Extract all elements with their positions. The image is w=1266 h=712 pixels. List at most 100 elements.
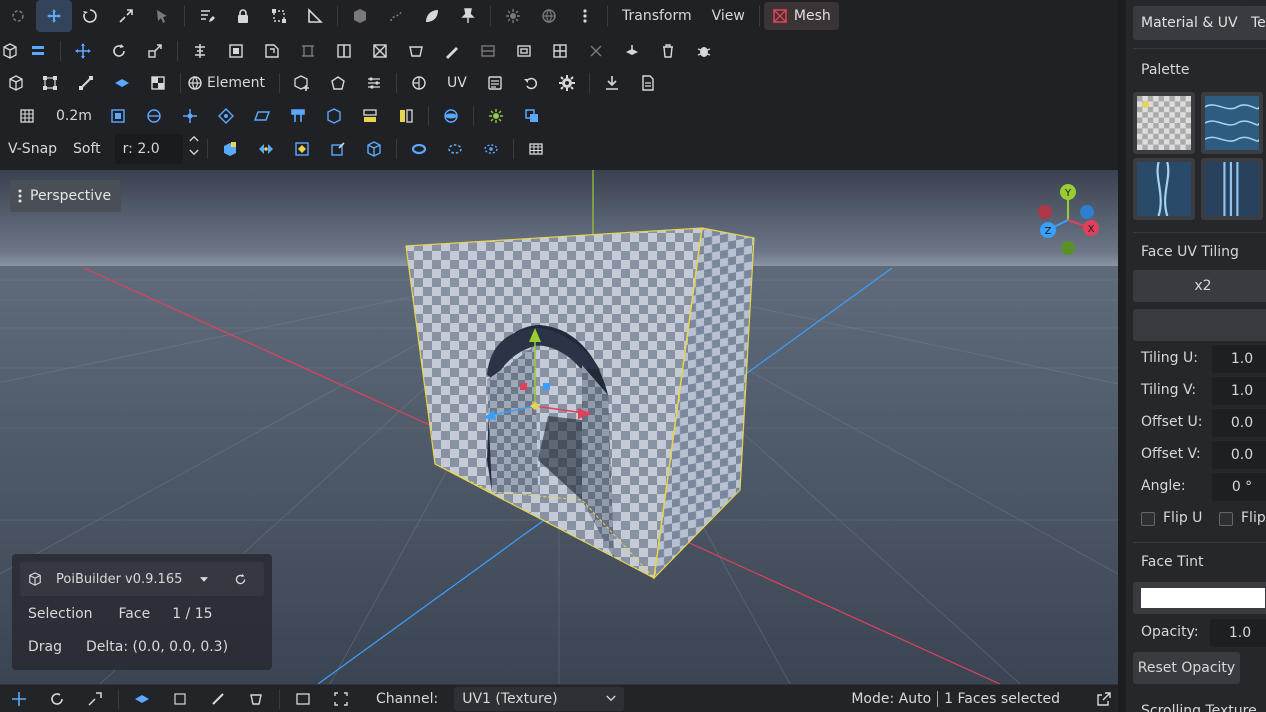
box-icon[interactable] [0,35,20,67]
add-cube-icon[interactable] [284,67,320,99]
uv-list-icon[interactable] [477,67,513,99]
move-icon[interactable] [65,35,101,67]
tint-color-swatch[interactable] [1133,582,1266,614]
angle-input[interactable]: 0 ° [1212,473,1266,501]
vertex-mode-icon[interactable] [32,67,68,99]
snap-box-icon[interactable] [212,133,248,165]
uv-menu[interactable]: UV [437,75,477,91]
neg-z-handle[interactable] [1080,205,1094,219]
external-link-icon[interactable] [1090,683,1118,712]
viewport-3d[interactable]: Perspective Y X Z PoiBuilder v0.9.165 Se… [0,170,1118,684]
snap-edit-icon[interactable] [320,133,356,165]
polygon-icon[interactable] [320,67,356,99]
status-move-icon[interactable] [0,683,38,712]
palette-swatch-water[interactable] [1201,92,1263,154]
select-loop-icon[interactable] [0,0,36,32]
status-edge-icon[interactable] [199,683,237,712]
face-extrude-icon[interactable] [254,35,290,67]
bug-icon[interactable] [686,35,722,67]
perspective-button[interactable]: Perspective [10,180,122,212]
pointer-icon[interactable] [144,0,180,32]
ring-icon[interactable] [401,133,437,165]
globe-icon[interactable] [531,0,567,32]
view-menu[interactable]: View [702,8,755,24]
bucket-icon[interactable] [398,35,434,67]
element-mode-icon[interactable] [140,67,176,99]
object-mode-icon[interactable] [0,67,32,99]
flip-v-checkbox[interactable] [1219,512,1233,526]
channel-select[interactable]: UV1 (Texture) [454,686,625,711]
align-rows-icon[interactable] [352,100,388,132]
snap-mirror-icon[interactable] [248,133,284,165]
snap-cube-icon[interactable] [316,100,352,132]
grid-icon[interactable] [0,100,54,132]
list-edit-icon[interactable] [189,0,225,32]
leaf-icon[interactable] [414,0,450,32]
flip-u-checkbox[interactable] [1141,512,1155,526]
status-image-icon[interactable] [284,683,322,712]
flip-normals-icon[interactable] [614,35,650,67]
snap-diamond-icon[interactable] [284,133,320,165]
refresh-icon[interactable] [234,573,247,586]
neg-x-handle[interactable] [1038,205,1052,219]
trash-icon[interactable] [650,35,686,67]
sun-icon[interactable] [495,0,531,32]
reset-opacity-button[interactable]: Reset Opacity [1133,652,1240,684]
move-tool-icon[interactable] [36,0,72,32]
status-rotate-icon[interactable] [38,683,76,712]
weld-icon[interactable] [578,35,614,67]
face-mode-icon[interactable] [104,67,140,99]
undo-icon[interactable] [513,67,549,99]
snap-move-icon[interactable] [172,100,208,132]
document-icon[interactable] [630,67,666,99]
palette-swatch-stream[interactable] [1133,158,1195,220]
lock-icon[interactable] [225,0,261,32]
align-center-icon[interactable] [182,35,218,67]
version-dropdown-icon[interactable] [200,576,209,582]
rotate-icon[interactable] [101,35,137,67]
orbit-icon[interactable] [433,100,469,132]
tab-material-uv[interactable]: Material & UV [1133,6,1246,40]
overlap-icon[interactable] [514,100,550,132]
knife-icon[interactable] [434,35,470,67]
uv-sphere-icon[interactable] [401,67,437,99]
tiling-action-button[interactable] [1133,309,1266,341]
ring-dot-icon[interactable] [473,133,509,165]
offset-v-input[interactable]: 0.0 [1212,441,1266,469]
more-vertical-icon[interactable] [567,0,603,32]
chevron-down-icon[interactable] [189,149,199,163]
status-face-icon[interactable] [123,683,161,712]
snap-sphere-icon[interactable] [136,100,172,132]
opacity-input[interactable]: 1.0 [1210,619,1266,647]
orientation-gizmo[interactable]: Y X Z [1030,182,1106,258]
sliders-icon[interactable] [356,67,392,99]
vsnap-toggle[interactable]: V-Snap [0,141,65,157]
transform-menu[interactable]: Transform [612,8,702,24]
pin-icon[interactable] [450,0,486,32]
download-icon[interactable] [594,67,630,99]
tiling-v-input[interactable]: 1.0 [1212,377,1266,405]
mesh-menu-button[interactable]: Mesh [763,2,839,30]
chevron-up-icon[interactable] [189,135,199,149]
scale-icon[interactable] [137,35,173,67]
edge-mode-icon[interactable] [68,67,104,99]
light-icon[interactable] [478,100,514,132]
table-icon[interactable] [518,133,554,165]
grid-subdivide-icon[interactable] [542,35,578,67]
snap-vertex-icon[interactable] [208,100,244,132]
status-paint-icon[interactable] [237,683,275,712]
radius-input[interactable]: r: 2.0 [114,134,183,164]
layers-icon[interactable] [20,35,56,67]
bounds-icon[interactable] [261,0,297,32]
soft-toggle[interactable]: Soft [65,141,109,157]
element-selector[interactable]: Element [205,75,275,91]
palette-swatch-checker[interactable] [1133,92,1195,154]
frame-icon[interactable] [218,35,254,67]
panel-divider[interactable] [1118,0,1126,712]
rotate-tool-icon[interactable] [72,0,108,32]
tiling-u-input[interactable]: 1.0 [1212,345,1266,373]
snap-plane-icon[interactable] [244,100,280,132]
bridge-icon[interactable] [290,35,326,67]
status-vertex-icon[interactable] [161,683,199,712]
x2-tiling-button[interactable]: x2 [1133,270,1266,302]
